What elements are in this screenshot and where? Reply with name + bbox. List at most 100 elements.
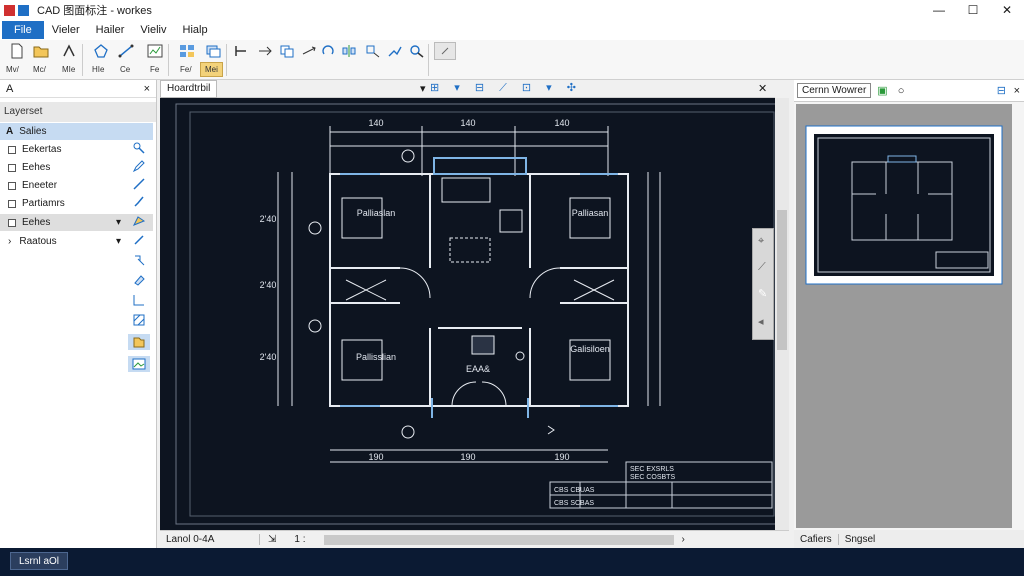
move-icon[interactable] — [298, 42, 320, 60]
layout-add-icon[interactable]: ⇲ — [260, 534, 284, 545]
more-tools-icon[interactable] — [434, 42, 456, 60]
measure-icon[interactable] — [406, 42, 428, 60]
open-folder-icon[interactable] — [30, 42, 52, 60]
wrench-icon[interactable] — [128, 140, 150, 156]
drawing-canvas[interactable]: 140 140 140 190 190 190 2'40 2'40 2'40 P… — [160, 98, 775, 530]
ribbon-toolbar: Mv/ Mc/ MIe HIe Ce Fe Fe/ Mei — [0, 40, 1024, 80]
room-label: Palliasan — [572, 208, 609, 218]
ribbon-divider — [168, 44, 169, 76]
view-toolbar-icons[interactable]: ⊞ ▾ ⊟ ⟋ ⊡ ▾ ✣ — [430, 81, 582, 95]
layer-visibility-checkbox[interactable] — [8, 145, 16, 154]
app-icon[interactable] — [4, 4, 15, 16]
pick-icon[interactable]: ✎ — [758, 287, 767, 300]
window-controls: — ☐ ✕ — [922, 0, 1024, 20]
menu-window[interactable]: Vieliv — [132, 21, 174, 39]
vertical-scrollbar[interactable] — [775, 98, 789, 530]
preview-panel: Cernn Wowrer ▣ ○ ⊟ × Cafiers Sngsel — [794, 80, 1024, 548]
menu-modify[interactable]: Hailer — [88, 21, 133, 39]
link-icon[interactable] — [128, 232, 150, 248]
close-button[interactable]: ✕ — [990, 0, 1024, 20]
panel-close-icon[interactable]: × — [144, 83, 150, 95]
layer-label: Eekertas — [22, 144, 62, 155]
menu-view[interactable]: Vieler — [44, 21, 88, 39]
panel-close-icon[interactable]: × — [1014, 85, 1020, 97]
tab-dropdown-icon[interactable]: ▾ — [420, 82, 426, 95]
layers-icon[interactable] — [202, 42, 224, 60]
preview-viewport[interactable] — [796, 104, 1012, 528]
expand-arrow-icon[interactable]: › — [8, 236, 11, 247]
zoom-icon[interactable]: ⟋ — [758, 261, 766, 274]
ribbon-divider — [226, 44, 227, 76]
layer-label: Eehes — [22, 217, 51, 228]
image-icon[interactable] — [128, 356, 150, 372]
scroll-right-icon[interactable]: › — [682, 534, 685, 545]
layer-item[interactable]: A Salies — [0, 123, 153, 140]
dimension-icon[interactable] — [128, 292, 150, 308]
maximize-button[interactable]: ☐ — [956, 0, 990, 20]
stretch-icon[interactable] — [384, 42, 406, 60]
new-file-icon[interactable] — [6, 42, 28, 60]
layer-set-title: Layerset — [0, 102, 156, 122]
layer-label: Partiamrs — [22, 198, 65, 209]
ribbon-active-tool[interactable]: Mei — [200, 62, 223, 77]
dropdown-arrow-icon[interactable]: ▾ — [116, 217, 121, 228]
pen-icon[interactable] — [128, 176, 150, 192]
layer-visibility-checkbox[interactable] — [8, 181, 16, 190]
mirror-icon[interactable] — [338, 42, 360, 60]
line-icon[interactable] — [115, 42, 137, 60]
ribbon-label: Fe — [150, 65, 160, 74]
dim-label-top: 140 — [554, 118, 569, 128]
brush-icon[interactable] — [128, 194, 150, 210]
chart-icon[interactable] — [144, 42, 166, 60]
pan-icon[interactable]: ⌖ — [758, 235, 764, 248]
layer-text-icon: A — [6, 126, 14, 137]
title-block-text: CBS CBUAS — [554, 487, 595, 494]
ribbon-divider — [428, 44, 429, 76]
room-label: Palliaslan — [357, 208, 396, 218]
tab-snapshot[interactable]: Sngsel — [839, 534, 882, 545]
minimize-button[interactable]: — — [922, 0, 956, 20]
polygon-icon[interactable] — [90, 42, 112, 60]
extend-icon[interactable] — [254, 42, 276, 60]
copy-icon[interactable] — [276, 42, 298, 60]
dim-label-top: 140 — [368, 118, 383, 128]
horizontal-scrollbar[interactable] — [323, 534, 674, 545]
fill-icon[interactable] — [128, 272, 150, 288]
rotate-icon[interactable] — [318, 42, 340, 60]
layer-visibility-checkbox[interactable] — [8, 163, 16, 172]
title-block-text: CBS SCBAS — [554, 500, 594, 507]
tool-icon[interactable] — [58, 42, 80, 60]
tab-drawing[interactable]: Hoardtrbil — [160, 80, 218, 98]
shape-icon[interactable] — [128, 213, 150, 229]
layer-visibility-checkbox[interactable] — [8, 218, 16, 227]
pencil-icon[interactable] — [128, 158, 150, 174]
preview-footer: Cafiers Sngsel — [794, 530, 1024, 548]
node-icon[interactable] — [128, 252, 150, 268]
document-tab-bar: Hoardtrbil ▾ ⊞ ▾ ⊟ ⟋ ⊡ ▾ ✣ ✕ — [160, 80, 775, 98]
layer-visibility-checkbox[interactable] — [8, 199, 16, 208]
orbit-icon[interactable]: ◂ — [758, 315, 764, 328]
hatch-icon[interactable] — [128, 312, 150, 328]
pin-icon[interactable]: ○ — [898, 85, 905, 97]
block-icon[interactable] — [128, 334, 150, 350]
scale-icon[interactable] — [362, 42, 384, 60]
ribbon-label: MIe — [62, 65, 76, 74]
taskbar-app-item[interactable]: Lsrnl aOl — [10, 552, 69, 570]
layer-label: Raatous — [19, 236, 57, 247]
menu-help[interactable]: Hialp — [175, 21, 216, 39]
menu-file[interactable]: File — [2, 21, 44, 39]
thumbnail-preview — [805, 125, 1003, 285]
tab-close-icon[interactable]: ✕ — [758, 82, 767, 95]
dock-icon[interactable]: ⊟ — [997, 84, 1006, 97]
layout-tab[interactable]: Lanol 0-4A — [160, 534, 260, 545]
zoom-readout[interactable]: 1 : — [284, 534, 315, 545]
tab-preview[interactable]: Cernn Wowrer — [797, 83, 872, 98]
tab-layers[interactable]: Cafiers — [794, 533, 839, 545]
trim-icon[interactable] — [230, 42, 252, 60]
grid-icon[interactable] — [176, 42, 198, 60]
dropdown-arrow-icon[interactable]: ▾ — [116, 236, 121, 247]
refresh-icon[interactable]: ▣ — [877, 84, 887, 97]
ribbon-divider — [82, 44, 83, 76]
save-icon[interactable] — [18, 4, 29, 16]
scroll-thumb[interactable] — [777, 210, 787, 350]
